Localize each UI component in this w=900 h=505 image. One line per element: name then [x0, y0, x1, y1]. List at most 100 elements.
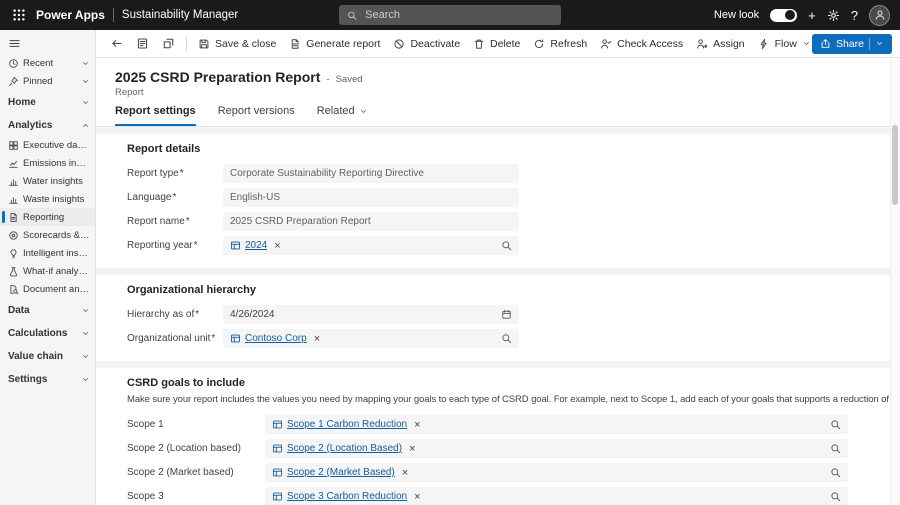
sidebar-group-data[interactable]: Data [0, 300, 95, 321]
tab-related[interactable]: Related [317, 105, 368, 126]
environment-name[interactable]: Sustainability Manager [122, 9, 238, 21]
lookup-tag[interactable]: Contoso Corp × [230, 333, 320, 345]
check-access-button[interactable]: Check Access [594, 34, 689, 54]
chevron-down-icon [81, 59, 90, 68]
sidebar-item-scorecards-goals[interactable]: Scorecards & goals [0, 226, 95, 244]
search-icon[interactable] [830, 467, 841, 478]
report-type-input[interactable]: Corporate Sustainability Reporting Direc… [223, 164, 519, 183]
remove-tag-icon[interactable]: × [414, 419, 420, 431]
search-icon[interactable] [830, 443, 841, 454]
main-content: 2025 CSRD Preparation Report - Saved Rep… [96, 59, 900, 505]
hierarchy-date-input[interactable]: 4/26/2024 [223, 305, 519, 324]
lookup-tag[interactable]: Scope 1 Carbon Reduction × [272, 419, 421, 431]
new-look-toggle[interactable] [770, 8, 798, 22]
settings-gear-icon[interactable] [827, 9, 840, 22]
page-title: 2025 CSRD Preparation Report [115, 69, 321, 85]
sidebar-group-analytics[interactable]: Analytics [0, 115, 95, 136]
scope-1-lookup[interactable]: Scope 1 Carbon Reduction × [265, 415, 848, 434]
form-header: 2025 CSRD Preparation Report - Saved Rep… [96, 59, 900, 127]
hamburger-menu-icon[interactable] [0, 33, 29, 54]
remove-tag-icon[interactable]: × [409, 443, 415, 455]
save-close-button[interactable]: Save & close [192, 34, 282, 54]
waffle-menu-icon[interactable] [10, 6, 28, 24]
dashboard-icon [8, 140, 19, 151]
app-name[interactable]: Power Apps [36, 8, 105, 22]
add-button[interactable]: + [808, 9, 816, 22]
sidebar-item-emissions-insights[interactable]: Emissions insights [0, 154, 95, 172]
tab-report-settings[interactable]: Report settings [115, 105, 196, 126]
tab-report-versions[interactable]: Report versions [218, 105, 295, 126]
search-icon[interactable] [830, 491, 841, 502]
field-label: Scope 1 [127, 419, 164, 430]
field-scope-2-location: Scope 2 (Location based) Scope 2 (Locati… [127, 439, 900, 458]
account-avatar[interactable] [869, 4, 890, 26]
search-icon[interactable] [501, 240, 512, 251]
scope-2-location-lookup[interactable]: Scope 2 (Location Based) × [265, 439, 848, 458]
lookup-tag[interactable]: 2024 × [230, 240, 281, 252]
new-look-label: New look [713, 9, 760, 21]
lookup-tag[interactable]: Scope 2 (Location Based) × [272, 443, 416, 455]
sidebar-item-intelligent-insights[interactable]: Intelligent insights (p... [0, 244, 95, 262]
search-icon[interactable] [501, 333, 512, 344]
flow-button[interactable]: Flow [752, 34, 812, 54]
share-icon [820, 38, 831, 49]
assign-button[interactable]: Assign [690, 34, 751, 54]
sidebar-item-water-insights[interactable]: Water insights [0, 172, 95, 190]
reporting-year-lookup[interactable]: 2024 × [223, 236, 519, 255]
section-title: CSRD goals to include [127, 377, 245, 389]
person-icon [874, 9, 886, 21]
field-scope-3: Scope 3 Scope 3 Carbon Reduction × [127, 487, 900, 505]
form-list-button[interactable] [130, 33, 155, 54]
help-button[interactable]: ? [851, 9, 858, 22]
remove-tag-icon[interactable]: × [402, 467, 408, 479]
sidebar-item-document-analysis[interactable]: Document analysis (... [0, 280, 95, 298]
search-input[interactable] [363, 8, 553, 22]
line-chart-icon [8, 158, 19, 169]
person-check-icon [600, 38, 612, 50]
sidebar-item-reporting[interactable]: Reporting [0, 208, 95, 226]
lookup-tag[interactable]: Scope 3 Carbon Reduction × [272, 491, 421, 503]
remove-tag-icon[interactable]: × [414, 491, 420, 503]
delete-button[interactable]: Delete [467, 34, 526, 54]
target-icon [8, 230, 19, 241]
global-search-box[interactable] [339, 5, 561, 25]
generate-report-button[interactable]: Generate report [283, 34, 386, 54]
sidebar-item-executive-dashboard[interactable]: Executive dashboard [0, 136, 95, 154]
lookup-tag[interactable]: Scope 2 (Market Based) × [272, 467, 408, 479]
field-hierarchy-as-of: Hierarchy as of* 4/26/2024 [127, 305, 900, 324]
vertical-scrollbar[interactable] [890, 59, 900, 505]
calendar-icon[interactable] [501, 309, 512, 320]
sidebar-group-settings[interactable]: Settings [0, 369, 95, 390]
sidebar-group-calculations[interactable]: Calculations [0, 323, 95, 344]
organizational-unit-lookup[interactable]: Contoso Corp × [223, 329, 519, 348]
scope-3-lookup[interactable]: Scope 3 Carbon Reduction × [265, 487, 848, 505]
scrollbar-thumb[interactable] [892, 125, 898, 205]
sidebar-group-value-chain[interactable]: Value chain [0, 346, 95, 367]
share-button[interactable]: Share [811, 33, 892, 54]
scope-2-market-lookup[interactable]: Scope 2 (Market Based) × [265, 463, 848, 482]
command-bar: Save & close Generate report Deactivate … [96, 30, 900, 58]
search-icon[interactable] [830, 419, 841, 430]
tab-bar: Report settings Report versions Related [115, 105, 900, 126]
sidebar-item-recent[interactable]: Recent [0, 54, 95, 72]
save-icon [198, 38, 210, 50]
required-indicator: * [211, 333, 216, 344]
sidebar-item-waste-insights[interactable]: Waste insights [0, 190, 95, 208]
sidebar-group-home[interactable]: Home [0, 92, 95, 113]
chevron-down-icon [81, 77, 90, 86]
remove-tag-icon[interactable]: × [314, 333, 320, 345]
popout-button[interactable] [156, 33, 181, 54]
refresh-icon [533, 38, 545, 50]
flow-lightning-icon [758, 38, 770, 50]
back-button[interactable] [104, 33, 129, 54]
chevron-down-icon [81, 352, 90, 361]
sidebar-item-what-if-analysis[interactable]: What-if analysis (pre... [0, 262, 95, 280]
refresh-button[interactable]: Refresh [527, 34, 593, 54]
report-name-input[interactable]: 2025 CSRD Preparation Report [223, 212, 519, 231]
language-input[interactable]: English-US [223, 188, 519, 207]
field-scope-2-market: Scope 2 (Market based) Scope 2 (Market B… [127, 463, 900, 482]
sidebar-item-pinned[interactable]: Pinned [0, 72, 95, 90]
record-icon [230, 240, 241, 251]
deactivate-button[interactable]: Deactivate [387, 34, 466, 54]
remove-tag-icon[interactable]: × [274, 240, 280, 252]
